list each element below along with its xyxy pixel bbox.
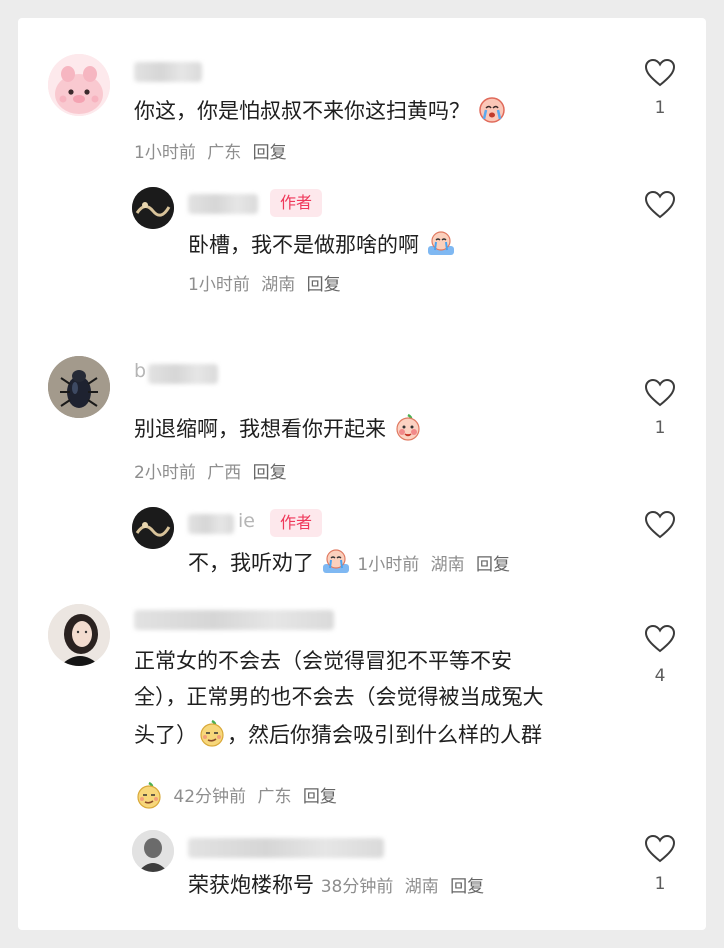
comment-text-line: 全），正常男的也不会去（会觉得被当成冤大 [134, 685, 544, 709]
username-blurred[interactable] [134, 62, 202, 82]
username-blurred[interactable] [134, 610, 334, 630]
timestamp: 2小时前 [134, 463, 196, 483]
crying-face-emoji-icon [478, 97, 505, 123]
avatar[interactable] [48, 356, 110, 418]
location: 广东 [207, 143, 242, 163]
reply-avatar[interactable] [132, 187, 174, 229]
comment-text: 别退缩啊，我想看你开起来 [134, 412, 423, 445]
comment-list: 你这，你是怕叔叔不来你这扫黄吗？ 1小时前 广东 回复 1 作者 卧槽，我不是做… [18, 18, 706, 930]
woman-portrait-avatar-icon [48, 604, 110, 666]
location: 广西 [207, 463, 242, 483]
timestamp: 42分钟前 [173, 787, 247, 807]
author-badge: 作者 [270, 509, 323, 537]
comment-meta: 2小时前 广西 回复 [134, 458, 293, 483]
reply-button[interactable]: 回复 [307, 275, 341, 295]
like-count: 1 [654, 98, 666, 118]
location: 湖南 [430, 555, 465, 575]
like-heart-icon[interactable] [644, 190, 676, 220]
author-avatar-icon [132, 507, 174, 549]
author-avatar-icon [132, 187, 174, 229]
comment-text: 你这，你是怕叔叔不来你这扫黄吗？ [134, 94, 507, 127]
location: 湖南 [261, 275, 296, 295]
reply-button[interactable]: 回复 [450, 877, 484, 897]
smirk-peach-emoji-icon [200, 719, 224, 747]
avatar[interactable] [48, 54, 110, 116]
comment-item: b 别退缩啊，我想看你开起来 2小时前 广西 回复 1 ie 作者 不，我听劝了… [18, 318, 706, 598]
reply-username-blurred[interactable] [188, 838, 384, 858]
comment-item: 你这，你是怕叔叔不来你这扫黄吗？ 1小时前 广东 回复 1 作者 卧槽，我不是做… [18, 18, 706, 318]
timestamp: 1小时前 [134, 143, 196, 163]
comment-text-line: 正常女的不会去（会觉得冒犯不平等不安 [134, 649, 512, 673]
reply-meta: 1小时前 湖南 回复 [188, 270, 347, 295]
username-blurred[interactable] [148, 364, 218, 384]
smirk-peach-emoji-icon [137, 781, 161, 809]
crying-bath-emoji-icon [322, 549, 349, 573]
like-count: 4 [654, 666, 666, 686]
location: 广东 [257, 787, 292, 807]
reply-meta: 38分钟前 湖南 回复 [321, 877, 490, 897]
reply-text: 卧槽，我不是做那啥的啊 [188, 228, 456, 261]
reply-username-visible[interactable]: ie [238, 510, 255, 532]
comment-meta: 42分钟前 广东 回复 [134, 780, 343, 810]
reply-username-blurred[interactable] [188, 194, 258, 214]
timestamp: 38分钟前 [320, 877, 394, 897]
reply-username-blurred[interactable] [188, 514, 234, 534]
reply-avatar[interactable] [132, 830, 174, 872]
like-heart-icon[interactable] [644, 58, 676, 88]
crying-bath-emoji-icon [427, 231, 454, 255]
sketch-avatar-icon [132, 830, 174, 872]
reply-button[interactable]: 回复 [303, 787, 337, 807]
reply-meta: 1小时前 湖南 回复 [357, 555, 516, 575]
reply-button[interactable]: 回复 [253, 143, 287, 163]
like-heart-icon[interactable] [644, 624, 676, 654]
timestamp: 1小时前 [188, 275, 250, 295]
comment-text-line: 头了） ，然后你猜会吸引到什么样的人群 [134, 718, 542, 751]
timestamp: 1小时前 [357, 555, 420, 575]
like-count: 1 [654, 418, 666, 438]
beetle-avatar-icon [48, 356, 110, 418]
location: 湖南 [404, 877, 439, 897]
comment-meta: 1小时前 广东 回复 [134, 138, 293, 163]
pink-pig-avatar-icon [48, 54, 110, 116]
avatar[interactable] [48, 604, 110, 666]
reply-text: 荣获炮楼称号 38分钟前 湖南 回复 [188, 870, 490, 903]
blushing-peach-emoji-icon [396, 413, 420, 441]
reply-button[interactable]: 回复 [253, 463, 287, 483]
like-heart-icon[interactable] [644, 834, 676, 864]
author-badge: 作者 [270, 189, 323, 217]
reply-button[interactable]: 回复 [476, 555, 510, 575]
username-visible[interactable]: b [134, 360, 146, 382]
reply-avatar[interactable] [132, 507, 174, 549]
like-count: 1 [654, 874, 666, 894]
like-heart-icon[interactable] [644, 510, 676, 540]
like-heart-icon[interactable] [644, 378, 676, 408]
comment-item: 正常女的不会去（会觉得冒犯不平等不安 全），正常男的也不会去（会觉得被当成冤大 … [18, 598, 706, 930]
reply-text: 不，我听劝了 1小时前 湖南 回复 [188, 546, 516, 581]
